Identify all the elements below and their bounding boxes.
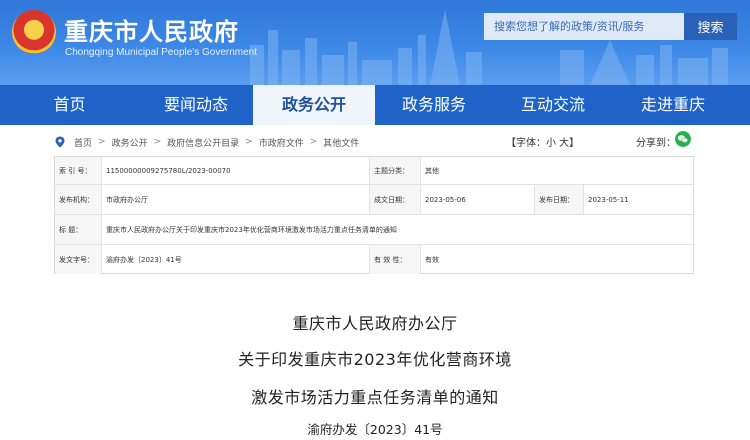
national-emblem-icon (12, 10, 56, 54)
location-pin-icon (55, 136, 65, 148)
created-date-value: 2023-05-06 (425, 195, 466, 204)
validity-value: 有效 (425, 255, 439, 264)
breadcrumb-separator: > (245, 137, 253, 147)
wechat-icon[interactable] (675, 131, 691, 147)
nav-item-news[interactable]: 要闻动态 (139, 85, 253, 125)
published-date-value: 2023-05-11 (588, 195, 629, 204)
breadcrumb-city-docs[interactable]: 市政府文件 (259, 136, 304, 149)
breadcrumb-gov-affairs[interactable]: 政务公开 (112, 136, 148, 149)
document-info-table: 索 引 号： 11500000009275780L/2023-00070 主题分… (54, 156, 695, 274)
title-value: 重庆市人民政府办公厅关于印发重庆市2023年优化营商环境激发市场活力重点任务清单… (106, 225, 397, 234)
issuer-label: 发布机构： (55, 185, 101, 214)
info-row: 发文字号： 渝府办发〔2023〕41号 有 效 性： 有效 (55, 245, 695, 274)
validity-label: 有 效 性： (370, 245, 420, 274)
nav-item-interaction[interactable]: 互动交流 (493, 85, 613, 125)
info-row: 发布机构： 市政府办公厅 成文日期： 2023-05-06 发布日期： 2023… (55, 185, 695, 215)
font-size-control[interactable]: 【字体：小 大】 (506, 134, 579, 149)
nav-item-gov-affairs[interactable]: 政务公开 (253, 85, 375, 125)
site-subtitle: Chongqing Municipal People's Government (65, 47, 258, 58)
topic-label: 主题分类： (370, 157, 420, 184)
published-date-label: 发布日期： (535, 185, 583, 214)
nav-item-home[interactable]: 首页 (0, 85, 139, 125)
main-nav: 首页 要闻动态 政务公开 政务服务 互动交流 走进重庆 (0, 85, 750, 125)
share-label: 分享到： (636, 138, 676, 149)
breadcrumb-separator: > (98, 137, 106, 147)
breadcrumb-info-catalog[interactable]: 政府信息公开目录 (167, 136, 239, 149)
index-value: 11500000009275780L/2023-00070 (106, 166, 231, 175)
document-title-line-1: 关于印发重庆市2023年优化营商环境 (238, 350, 512, 369)
nav-item-about[interactable]: 走进重庆 (613, 85, 733, 125)
info-row: 索 引 号： 11500000009275780L/2023-00070 主题分… (55, 157, 695, 185)
breadcrumb-other-docs[interactable]: 其他文件 (323, 136, 359, 149)
breadcrumb-separator: > (153, 137, 162, 147)
document-number: 渝府办发〔2023〕41号 (307, 422, 443, 437)
topic-value: 其他 (425, 166, 439, 175)
search-input[interactable] (484, 13, 684, 40)
document-title-line-2: 激发市场活力重点任务清单的通知 (251, 388, 499, 407)
breadcrumb-separator: > (309, 137, 318, 147)
site-header: 重庆市人民政府 Chongqing Municipal People's Gov… (0, 0, 750, 85)
breadcrumb: 首页 > 政务公开 > 政府信息公开目录 > 市政府文件 > 其他文件 (54, 133, 359, 151)
doc-number-value: 渝府办发〔2023〕41号 (106, 255, 182, 264)
created-date-label: 成文日期： (370, 185, 420, 214)
issuer-value: 市政府办公厅 (106, 195, 148, 204)
breadcrumb-home[interactable]: 首页 (74, 136, 92, 149)
document-issuer: 重庆市人民政府办公厅 (292, 314, 458, 333)
title-label: 标 题： (55, 215, 101, 244)
site-title[interactable]: 重庆市人民政府 (64, 12, 239, 47)
nav-item-services[interactable]: 政务服务 (375, 85, 493, 125)
doc-number-label: 发文字号： (55, 245, 101, 274)
index-label: 索 引 号： (55, 157, 101, 184)
search-button[interactable]: 搜索 (684, 13, 737, 40)
info-row: 标 题： 重庆市人民政府办公厅关于印发重庆市2023年优化营商环境激发市场活力重… (55, 215, 695, 245)
